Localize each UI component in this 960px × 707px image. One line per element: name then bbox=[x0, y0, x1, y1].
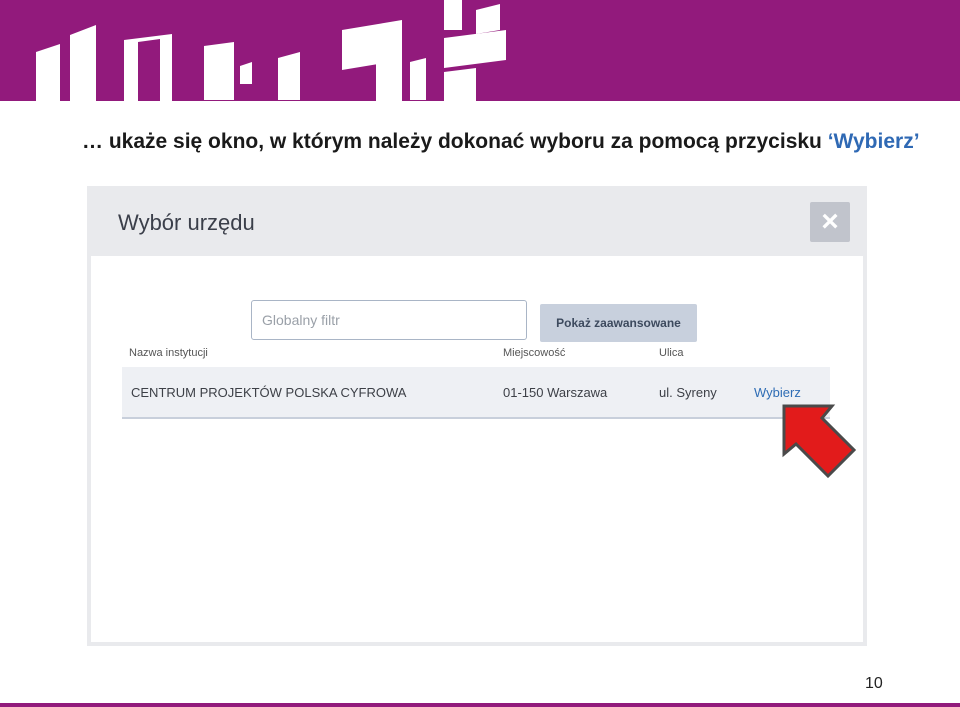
cell-institution-name: CENTRUM PROJEKTÓW POLSKA CYFROWA bbox=[131, 385, 407, 400]
column-header-street: Ulica bbox=[659, 347, 684, 359]
select-link[interactable]: Wybierz bbox=[754, 385, 801, 400]
modal-title: Wybór urzędu bbox=[118, 210, 255, 235]
cell-street: ul. Syreny bbox=[659, 385, 717, 400]
pointer-arrow-icon bbox=[782, 404, 857, 479]
cell-city: 01-150 Warszawa bbox=[503, 385, 608, 400]
column-header-city: Miejscowość bbox=[503, 347, 566, 359]
modal-body: Pokaż zaawansowane Nazwa instytucji Miej… bbox=[91, 256, 863, 642]
show-advanced-button[interactable]: Pokaż zaawansowane bbox=[540, 304, 697, 342]
table-row: CENTRUM PROJEKTÓW POLSKA CYFROWA 01-150 … bbox=[122, 367, 830, 419]
slide-title-text: … ukaże się okno, w którym należy dokona… bbox=[82, 130, 828, 153]
close-button[interactable]: × bbox=[810, 202, 850, 242]
close-icon: × bbox=[821, 205, 839, 238]
global-filter-input[interactable] bbox=[251, 300, 527, 340]
column-header-institution: Nazwa instytucji bbox=[129, 347, 208, 359]
slide-title: … ukaże się okno, w którym należy dokona… bbox=[82, 130, 942, 154]
slide-title-highlight: ‘Wybierz’ bbox=[827, 130, 920, 153]
page-number: 10 bbox=[865, 675, 883, 692]
office-selection-modal: Wybór urzędu × Pokaż zaawansowane Nazwa … bbox=[87, 186, 867, 646]
logo-blocks bbox=[36, 0, 506, 101]
bottom-divider bbox=[0, 703, 960, 707]
header-banner bbox=[0, 0, 960, 101]
modal-header: Wybór urzędu × bbox=[87, 186, 867, 256]
